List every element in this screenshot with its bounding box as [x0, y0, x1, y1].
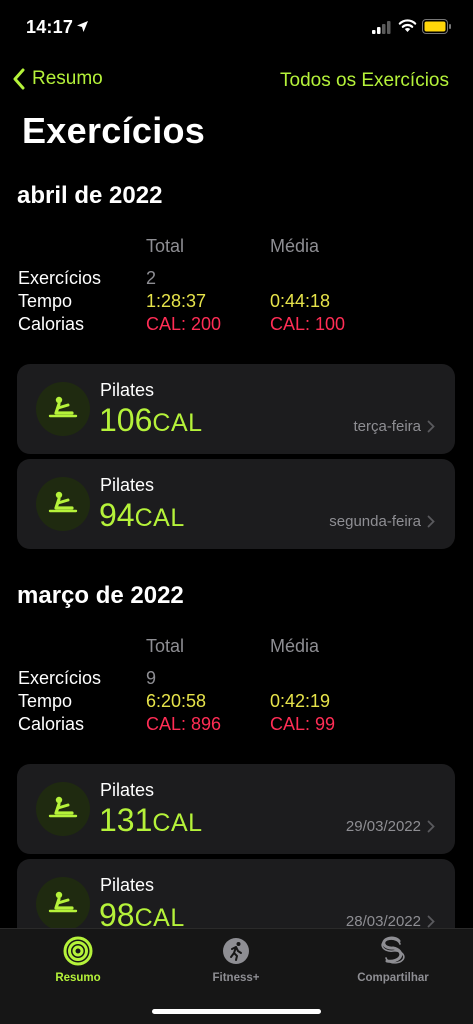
location-arrow-icon	[76, 20, 89, 38]
workout-date-label: terça-feira	[353, 418, 421, 435]
stats-total: CAL: 896	[146, 714, 222, 734]
stats-average: 0:42:19	[270, 691, 331, 711]
tab-label: Compartilhar	[357, 972, 429, 984]
runner-icon	[161, 935, 311, 967]
back-button-label: Resumo	[32, 68, 103, 89]
chevron-right-icon	[427, 420, 435, 433]
back-button[interactable]: Resumo	[12, 68, 103, 90]
calories-unit: CAL	[134, 504, 185, 532]
stats-average: CAL: 100	[270, 314, 346, 334]
workout-calories: 106CAL	[99, 402, 203, 439]
stats-average: 0:44:18	[270, 291, 331, 311]
stats-label: Calorias	[18, 714, 85, 734]
workout-name: Pilates	[100, 780, 155, 800]
sharing-icon	[318, 935, 468, 967]
chevron-right-icon	[427, 515, 435, 528]
workout-card[interactable]: Pilates 106CAL terça-feira	[17, 364, 455, 454]
all-workouts-button[interactable]: Todos os Exercícios	[280, 70, 449, 92]
workout-date: terça-feira	[353, 418, 435, 435]
workout-calories: 131CAL	[99, 802, 203, 839]
activity-rings-icon	[3, 935, 153, 967]
workout-name: Pilates	[100, 380, 155, 400]
stats-label: Tempo	[18, 691, 73, 711]
stats-label: Exercícios	[18, 668, 102, 688]
page-title: Exercícios	[22, 110, 206, 151]
month-title: março de 2022	[17, 582, 184, 609]
cellular-signal-icon	[372, 21, 392, 39]
tab-label: Fitness+	[212, 972, 260, 984]
calories-value: 106	[99, 402, 153, 438]
tab-sharing[interactable]: Compartilhar	[318, 935, 468, 984]
stats-average: CAL: 99	[270, 714, 336, 734]
pilates-icon	[36, 782, 90, 836]
workout-name: Pilates	[100, 875, 155, 895]
calories-value: 94	[99, 497, 135, 533]
average-header: Média	[270, 236, 320, 256]
workout-card[interactable]: Pilates 94CAL segunda-feira	[17, 459, 455, 549]
stats-label: Tempo	[18, 291, 73, 311]
chevron-right-icon	[427, 915, 435, 928]
stats-row-workouts: Exercícios 2	[18, 268, 458, 291]
tab-label: Resumo	[55, 972, 101, 984]
stats-total: CAL: 200	[146, 314, 222, 334]
status-bar: 14:17	[0, 0, 473, 56]
month-title: abril de 2022	[17, 182, 163, 209]
stats-total: 2	[146, 268, 157, 288]
pilates-icon	[36, 382, 90, 436]
average-header: Média	[270, 636, 320, 656]
total-header: Total	[146, 636, 185, 656]
battery-icon	[422, 19, 452, 39]
pilates-icon	[36, 477, 90, 531]
tab-summary[interactable]: Resumo	[3, 935, 153, 984]
workout-card[interactable]: Pilates 131CAL 29/03/2022	[17, 764, 455, 854]
tab-fitness-plus[interactable]: Fitness+	[161, 935, 311, 984]
workout-name: Pilates	[100, 475, 155, 495]
stats-total: 6:20:58	[146, 691, 207, 711]
home-indicator[interactable]	[152, 1009, 321, 1014]
stats-row-calories: Calorias CAL: 200 CAL: 100	[18, 314, 458, 337]
calories-unit: CAL	[152, 409, 203, 437]
pilates-icon	[36, 877, 90, 931]
navigation-bar: Resumo Todos os Exercícios	[0, 62, 473, 100]
stats-total: 9	[146, 668, 157, 688]
calories-unit: CAL	[152, 809, 203, 837]
stats-row-time: Tempo 6:20:58 0:42:19	[18, 691, 458, 714]
chevron-left-icon	[13, 68, 25, 90]
wifi-icon	[398, 18, 417, 38]
status-time: 14:17	[26, 17, 74, 37]
workout-calories: 94CAL	[99, 497, 185, 534]
stats-label: Exercícios	[18, 268, 102, 288]
workout-date: segunda-feira	[329, 513, 435, 530]
chevron-right-icon	[427, 820, 435, 833]
workout-date-label: segunda-feira	[329, 513, 421, 530]
stats-row-time: Tempo 1:28:37 0:44:18	[18, 291, 458, 314]
stats-row-calories: Calorias CAL: 896 CAL: 99	[18, 714, 458, 737]
calories-value: 131	[99, 802, 153, 838]
stats-total: 1:28:37	[146, 291, 207, 311]
stats-label: Calorias	[18, 314, 85, 334]
workout-date: 29/03/2022	[346, 818, 435, 835]
stats-row-workouts: Exercícios 9	[18, 668, 458, 691]
total-header: Total	[146, 236, 185, 256]
workout-date-label: 29/03/2022	[345, 818, 421, 835]
